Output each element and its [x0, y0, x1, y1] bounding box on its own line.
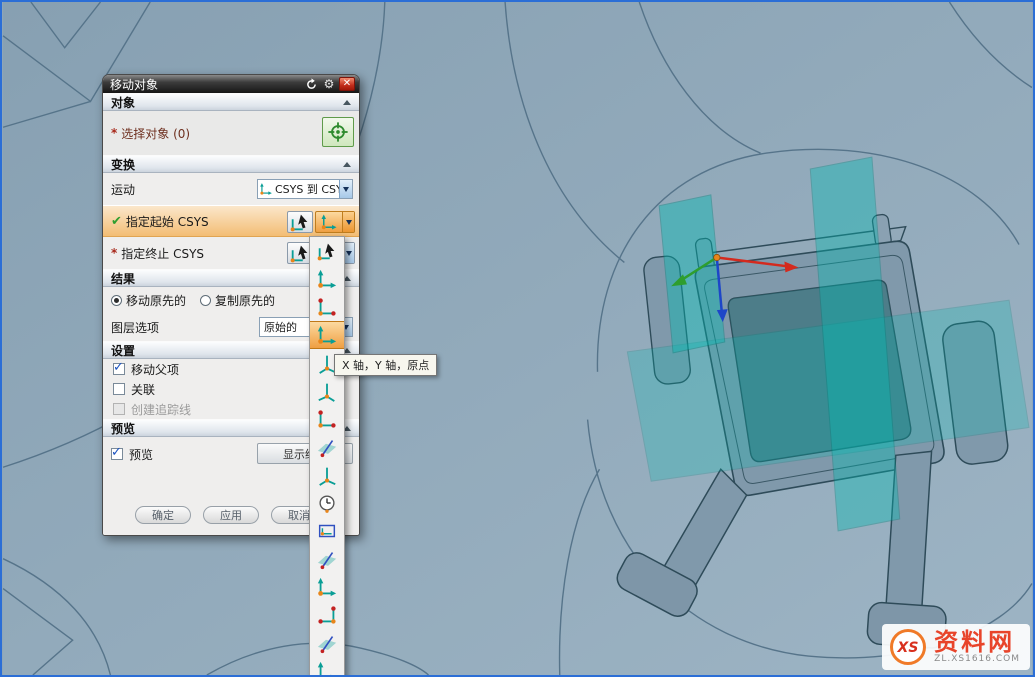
- section-preview-label: 预览: [111, 420, 135, 437]
- motion-row: 运动 CSYS 到 CSYS: [103, 173, 359, 205]
- move-parent-label[interactable]: 移动父项: [131, 361, 179, 378]
- specify-start-csys-row[interactable]: ✔ 指定起始 CSYS: [103, 205, 359, 237]
- radio-copy-original[interactable]: [200, 295, 211, 306]
- motion-value: CSYS 到 CSYS: [274, 181, 339, 197]
- csys-option-icon: [316, 324, 338, 346]
- move-parent-checkbox[interactable]: [113, 363, 125, 375]
- motion-dropdown-arrow[interactable]: [339, 180, 352, 198]
- radio-move-original[interactable]: [111, 295, 122, 306]
- csys-option[interactable]: [310, 517, 344, 545]
- layer-option-label: 图层选项: [111, 319, 159, 336]
- csys-option[interactable]: [310, 461, 344, 489]
- csys-option-icon: [316, 268, 338, 290]
- csys-option[interactable]: [310, 545, 344, 573]
- dialog-settings-button[interactable]: ⚙: [321, 77, 337, 91]
- csys-option[interactable]: [310, 293, 344, 321]
- tooltip: X 轴，Y 轴，原点: [334, 354, 437, 376]
- reset-button[interactable]: [303, 77, 319, 91]
- preview-label[interactable]: 预览: [129, 446, 153, 463]
- csys-option-icon: [316, 576, 338, 598]
- close-button[interactable]: ✕: [339, 77, 355, 91]
- collapse-chevron-icon: [343, 162, 351, 167]
- specify-end-label: 指定终止 CSYS: [121, 245, 204, 262]
- csys-option-icon: [316, 408, 338, 430]
- csys-option[interactable]: [310, 657, 344, 677]
- watermark: XS 资料网 ZL.XS1616.COM: [882, 624, 1030, 670]
- trace-checkbox: [113, 403, 125, 415]
- csys-option[interactable]: [310, 377, 344, 405]
- ok-button[interactable]: 确定: [135, 506, 191, 524]
- radio-move-label[interactable]: 移动原先的: [126, 292, 186, 309]
- section-transform-label: 变换: [111, 156, 135, 173]
- csys-option-icon: [316, 632, 338, 654]
- dialog-titlebar[interactable]: 移动对象 ⚙ ✕: [103, 75, 359, 93]
- csys-option-icon: [316, 296, 338, 318]
- csys-option[interactable]: [310, 433, 344, 461]
- specify-start-label: 指定起始 CSYS: [126, 213, 209, 230]
- csys-option[interactable]: [310, 405, 344, 433]
- associative-checkbox[interactable]: [113, 383, 125, 395]
- csys-option-x-axis-y-axis-origin[interactable]: [310, 321, 344, 349]
- csys-option-icon: [316, 520, 338, 542]
- csys-method-flyout: [309, 236, 345, 677]
- crosshair-icon: [327, 121, 349, 143]
- csys-option-inferred[interactable]: [310, 237, 344, 265]
- watermark-name: 资料网: [934, 630, 1015, 655]
- csys-method-icon: [320, 213, 338, 231]
- csys-cursor-icon: [289, 242, 311, 264]
- required-asterisk: *: [111, 126, 117, 140]
- csys-option[interactable]: [310, 489, 344, 517]
- csys-option-icon: [316, 464, 338, 486]
- start-csys-method-split-button[interactable]: [315, 211, 355, 233]
- apply-button[interactable]: 应用: [203, 506, 259, 524]
- csys-option[interactable]: [310, 629, 344, 657]
- csys-option-icon: [316, 240, 338, 262]
- csys-option-icon: [316, 380, 338, 402]
- watermark-logo-text: XS: [897, 640, 919, 656]
- csys-option[interactable]: [310, 265, 344, 293]
- section-object-label: 对象: [111, 94, 135, 111]
- reset-icon: [305, 78, 318, 91]
- motion-label: 运动: [111, 181, 135, 198]
- motion-dropdown[interactable]: CSYS 到 CSYS: [257, 179, 353, 199]
- section-settings-label: 设置: [111, 342, 135, 359]
- select-object-row: * 选择对象 (0): [103, 111, 359, 155]
- csys-option-icon: [316, 548, 338, 570]
- section-header-transform[interactable]: 变换: [103, 155, 359, 173]
- dialog-title: 移动对象: [110, 76, 301, 93]
- csys-option[interactable]: [310, 601, 344, 629]
- csys-option-icon: [316, 660, 338, 677]
- csys-to-csys-icon: [258, 182, 274, 196]
- start-method-dropdown-arrow[interactable]: [342, 212, 354, 232]
- check-icon: ✔: [111, 214, 122, 229]
- section-header-object[interactable]: 对象: [103, 93, 359, 111]
- radio-copy-label[interactable]: 复制原先的: [215, 292, 275, 309]
- section-result-label: 结果: [111, 270, 135, 287]
- watermark-logo-icon: XS: [888, 627, 928, 667]
- required-asterisk: *: [111, 246, 117, 260]
- csys-cursor-icon: [289, 211, 311, 233]
- trace-label: 创建追踪线: [131, 401, 191, 418]
- application-window: 移动对象 ⚙ ✕ 对象 * 选择对象 (0) 变换: [0, 0, 1035, 677]
- start-csys-dialog-button[interactable]: [287, 211, 313, 233]
- csys-option-icon: [316, 436, 338, 458]
- associative-label[interactable]: 关联: [131, 381, 155, 398]
- watermark-code: ZL.XS1616.COM: [934, 655, 1020, 664]
- csys-option[interactable]: [310, 573, 344, 601]
- csys-option-icon: [316, 492, 338, 514]
- preview-checkbox[interactable]: [111, 448, 123, 460]
- collapse-chevron-icon: [343, 100, 351, 105]
- csys-option-icon: [316, 604, 338, 626]
- select-object-button[interactable]: [322, 117, 354, 147]
- select-object-label: 选择对象 (0): [121, 125, 190, 142]
